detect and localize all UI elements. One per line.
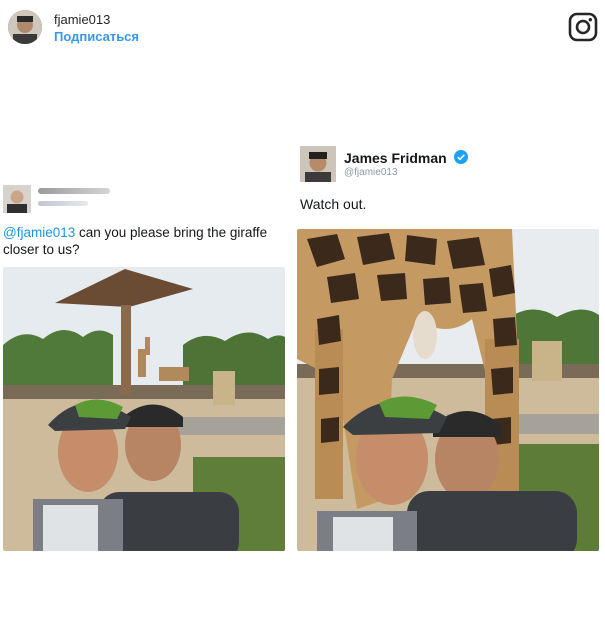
tweet-mention[interactable]: @fjamie013 xyxy=(3,225,75,240)
selfie-giraffe-far-photo xyxy=(3,267,285,551)
tweet-text: @fjamie013 can you please bring the gira… xyxy=(3,224,288,258)
redacted-author-handle xyxy=(38,201,88,206)
selfie-giraffe-close-photo xyxy=(297,229,599,551)
redacted-author-name xyxy=(38,188,110,194)
profile-avatar[interactable] xyxy=(8,10,42,44)
verified-badge-icon xyxy=(454,150,468,164)
tweet-author-avatar xyxy=(300,146,336,182)
tweet-author-handle[interactable]: @fjamie013 xyxy=(344,167,398,178)
tweet-text: Watch out. xyxy=(300,196,367,212)
profile-username[interactable]: fjamie013 xyxy=(54,12,110,27)
tweet-author-avatar xyxy=(3,185,31,213)
follow-button[interactable]: Подписаться xyxy=(54,29,139,44)
tweet-author-name[interactable]: James Fridman xyxy=(344,150,447,166)
instagram-icon[interactable] xyxy=(568,12,598,42)
